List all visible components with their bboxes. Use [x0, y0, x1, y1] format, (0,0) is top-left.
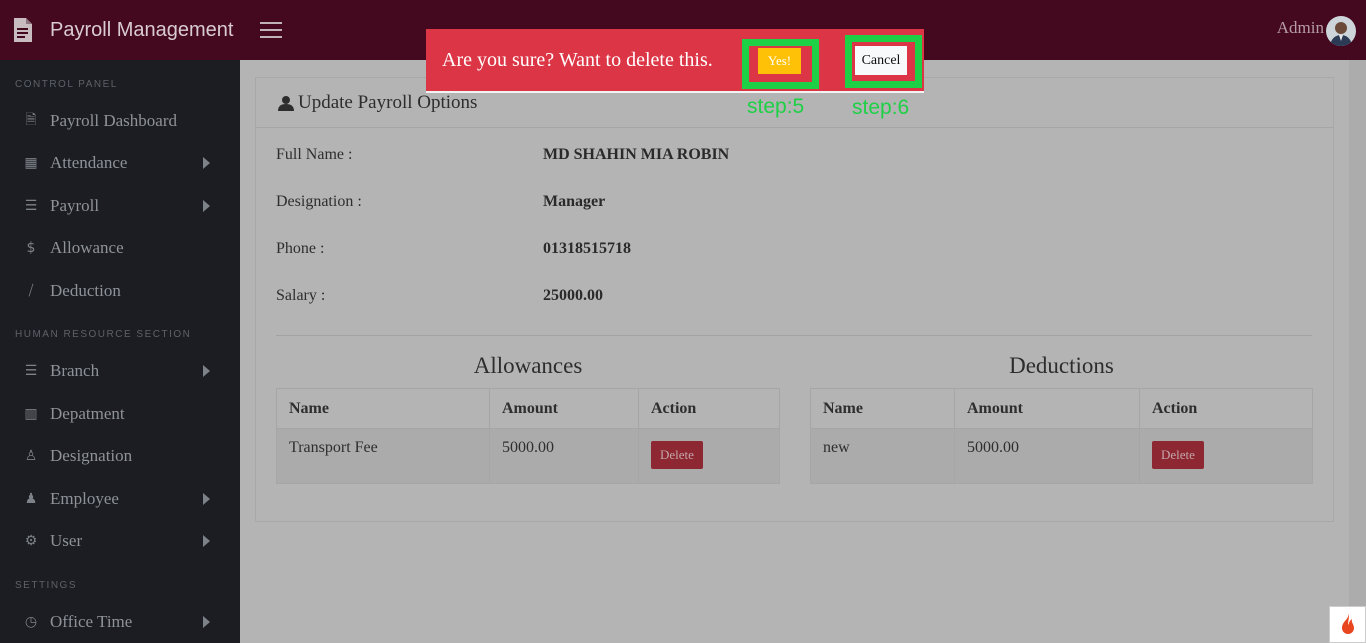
dollar-slash-icon: ⧸: [28, 283, 34, 299]
user-icon: ♙: [24, 448, 38, 464]
delete-allowance-button[interactable]: Delete: [651, 441, 703, 469]
user-clock-icon: ◷: [24, 614, 38, 630]
payroll-options-card: Update Payroll Options Full Name : MD SH…: [255, 77, 1334, 522]
column-header: Action: [638, 388, 780, 429]
action-cell: Delete: [638, 428, 780, 484]
sidebar-item-label: User: [50, 531, 83, 550]
sidebar-item-depatment[interactable]: ▥ Depatment: [0, 396, 240, 432]
calendar-icon: ▦: [24, 155, 38, 171]
columns-icon: ▥: [24, 406, 38, 422]
sidebar-item-payroll[interactable]: ☰ Payroll: [0, 188, 240, 224]
full-name-label: Full Name :: [276, 146, 353, 163]
sidebar-item-deduction[interactable]: ⧸ Deduction: [0, 273, 240, 309]
chevron-right-icon: [203, 157, 210, 169]
phone-label: Phone :: [276, 240, 325, 257]
dollar-icon: $: [26, 240, 36, 256]
sidebar-item-office-time[interactable]: ◷ Office Time: [0, 604, 240, 640]
column-header: Name: [276, 388, 490, 429]
sidebar-item-employee[interactable]: ♟ Employee: [0, 481, 240, 517]
list-check-icon: ☰: [24, 198, 38, 214]
allowance-amount: 5000.00: [489, 428, 639, 484]
allowance-name: Transport Fee: [276, 428, 490, 484]
column-header: Amount: [954, 388, 1140, 429]
brand[interactable]: Payroll Management: [0, 0, 240, 60]
salary-label: Salary :: [276, 287, 326, 304]
column-header: Amount: [489, 388, 639, 429]
step5-label: step:5: [747, 95, 805, 118]
action-cell: Delete: [1139, 428, 1313, 484]
flame-logo-icon[interactable]: [1329, 606, 1366, 643]
column-header: Name: [810, 388, 955, 429]
sidebar-item-allowance[interactable]: $ Allowance: [0, 230, 240, 266]
chevron-right-icon: [203, 493, 210, 505]
user-gear-icon: ⚙: [24, 533, 38, 549]
sidebar-item-label: Deduction: [50, 281, 121, 300]
sidebar-item-label: Allowance: [50, 238, 124, 257]
divider: [276, 335, 1312, 336]
sidebar-item-label: Branch: [50, 361, 100, 380]
card-title: Update Payroll Options: [298, 91, 478, 113]
avatar[interactable]: [1326, 16, 1356, 46]
sidebar: CONTROL PANEL 🗎 Payroll Dashboard ▦ Atte…: [0, 60, 240, 643]
dialog-message: Are you sure? Want to delete this.: [442, 49, 713, 71]
sidebar-item-label: Employee: [50, 489, 119, 508]
designation-value: Manager: [543, 193, 606, 210]
deduction-name: new: [810, 428, 955, 484]
step6-label: step:6: [852, 96, 910, 119]
delete-deduction-button[interactable]: Delete: [1152, 441, 1204, 469]
cancel-button[interactable]: Cancel: [855, 46, 907, 75]
table-header-row: Name Amount Action: [276, 388, 780, 429]
designation-label: Designation :: [276, 193, 362, 210]
sidebar-item-branch[interactable]: ☰ Branch: [0, 353, 240, 389]
salary-value: 25000.00: [543, 287, 603, 304]
allowances-table: Name Amount Action Transport Fee 5000.00…: [276, 388, 780, 484]
sidebar-item-label: Depatment: [50, 404, 125, 423]
deductions-title: Deductions: [1009, 353, 1114, 378]
chevron-right-icon: [203, 535, 210, 547]
chevron-right-icon: [203, 200, 210, 212]
table-row: new 5000.00 Delete: [810, 428, 1313, 484]
menu-toggle-icon[interactable]: [260, 22, 282, 40]
phone-value: 01318515718: [543, 240, 631, 257]
sidebar-item-label: Payroll Dashboard: [50, 111, 178, 130]
document-icon: 🗎: [25, 112, 37, 128]
sidebar-item-label: Attendance: [50, 153, 128, 172]
table-header-row: Name Amount Action: [810, 388, 1313, 429]
deduction-amount: 5000.00: [954, 428, 1140, 484]
sidebar-item-label: Payroll: [50, 196, 100, 215]
sidebar-item-payroll-dashboard[interactable]: 🗎 Payroll Dashboard: [0, 103, 240, 139]
user-tie-icon: ♟: [24, 491, 38, 507]
section-label-human-resource: HUMAN RESOURCE SECTION: [15, 329, 192, 340]
user-name[interactable]: Admin: [1277, 18, 1324, 38]
list-check-icon: ☰: [24, 363, 38, 379]
column-header: Action: [1139, 388, 1313, 429]
sidebar-item-designation[interactable]: ♙ Designation: [0, 438, 240, 474]
table-row: Transport Fee 5000.00 Delete: [276, 428, 780, 484]
section-label-control-panel: CONTROL PANEL: [15, 79, 118, 90]
sidebar-item-label: Designation: [50, 446, 133, 465]
sidebar-item-label: Office Time: [50, 612, 133, 631]
confirm-yes-button[interactable]: Yes!: [758, 48, 801, 74]
app-title: Payroll Management: [50, 18, 234, 41]
chevron-right-icon: [203, 365, 210, 377]
section-label-settings: SETTINGS: [15, 580, 78, 591]
document-icon: [12, 17, 34, 43]
full-name-value: MD SHAHIN MIA ROBIN: [543, 146, 730, 163]
sidebar-item-attendance[interactable]: ▦ Attendance: [0, 145, 240, 181]
scrollbar[interactable]: [1349, 60, 1366, 643]
allowances-title: Allowances: [473, 353, 583, 378]
user-icon: [278, 95, 294, 111]
deductions-table: Name Amount Action new 5000.00 Delete: [810, 388, 1313, 484]
chevron-right-icon: [203, 616, 210, 628]
sidebar-item-user[interactable]: ⚙ User: [0, 523, 240, 559]
